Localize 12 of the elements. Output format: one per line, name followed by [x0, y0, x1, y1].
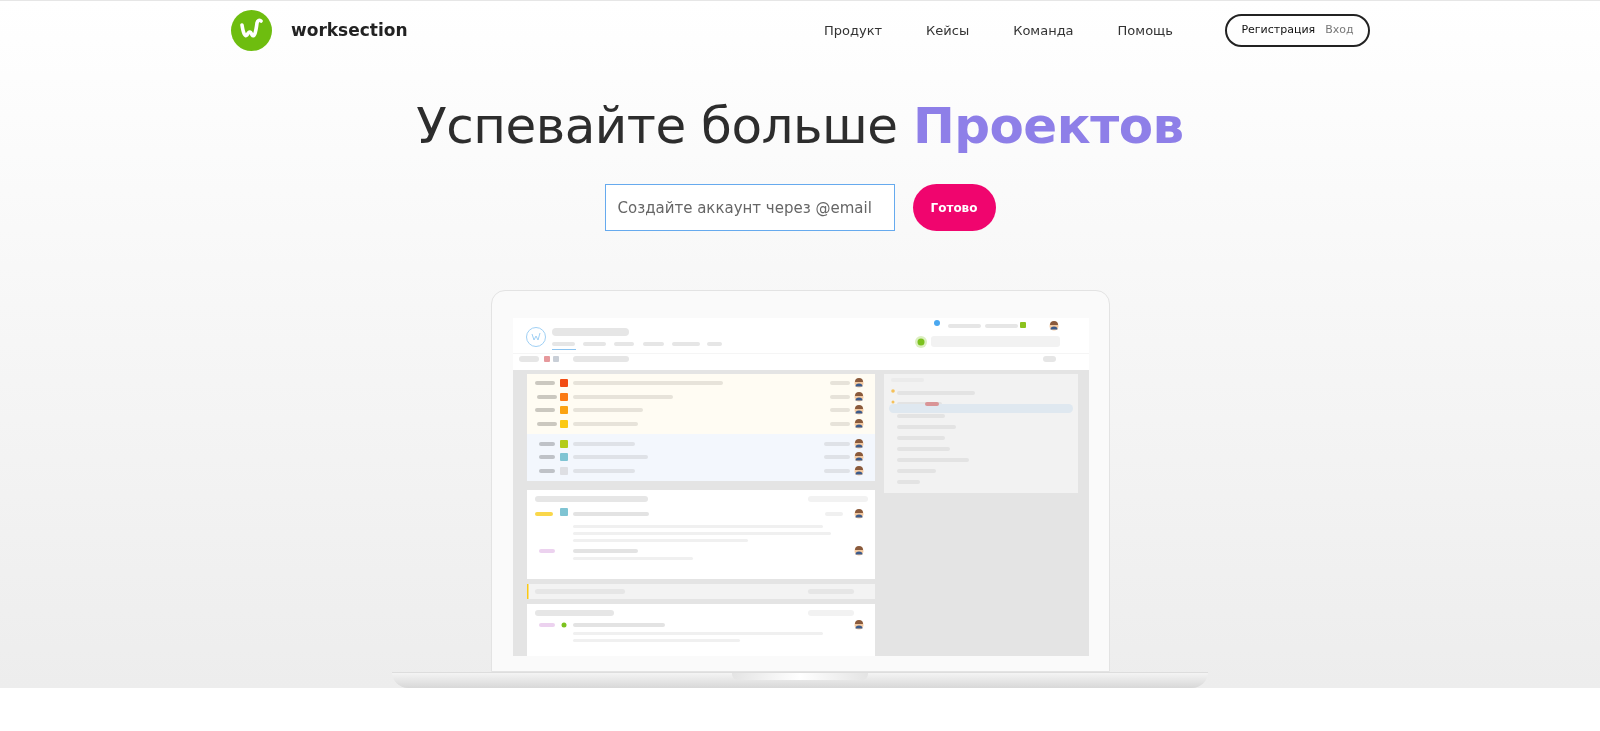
auth-button[interactable]: Регистрация Вход — [1225, 14, 1370, 47]
nav-link[interactable]: Команда — [1013, 20, 1074, 41]
nav-link[interactable]: Продукт — [824, 20, 883, 41]
login-link[interactable]: Вход — [1325, 22, 1354, 39]
register-link[interactable]: Регистрация — [1241, 22, 1316, 39]
submit-button[interactable]: Готово — [912, 184, 996, 231]
email-field[interactable]: Создайте аккаунт через @email — [604, 184, 895, 231]
nav-link[interactable]: Кейсы — [926, 20, 970, 41]
logo-icon[interactable] — [231, 10, 272, 51]
nav-link[interactable]: Помощь — [1117, 20, 1173, 41]
hero-title: Успевайте больше Проектов — [415, 96, 1185, 157]
logo-text: worksection — [291, 18, 408, 42]
